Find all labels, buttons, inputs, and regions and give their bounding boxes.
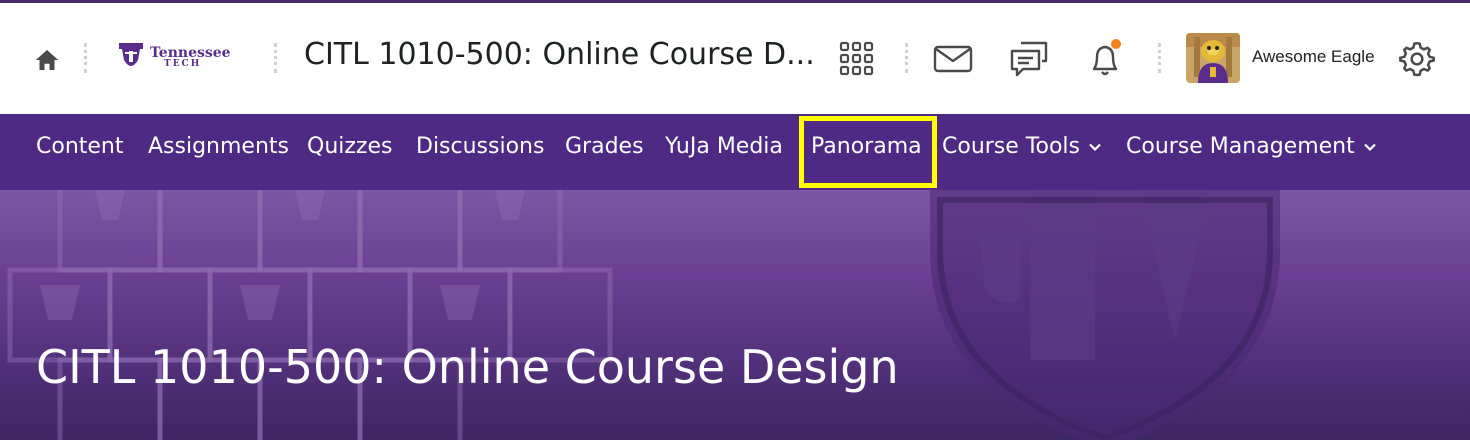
home-icon[interactable] (30, 45, 64, 75)
avatar[interactable] (1186, 33, 1240, 83)
nav-item-label: YuJa Media (665, 134, 783, 159)
nav-item-course-tools[interactable]: Course Tools (942, 134, 1102, 159)
nav-item-grades[interactable]: Grades (565, 134, 644, 159)
nav-item-label: Course Tools (942, 134, 1080, 159)
header-bar: Tennessee TECH CITL 1010-500: Online Cou… (0, 3, 1470, 114)
logo-text-line1: Tennessee (150, 44, 231, 61)
nav-item-label: Panorama (811, 134, 922, 159)
divider (84, 43, 87, 73)
logo-text-line2: TECH (164, 58, 202, 69)
notification-dot (1111, 39, 1121, 49)
divider (905, 43, 908, 73)
nav-item-assignments[interactable]: Assignments (148, 134, 289, 159)
divider (1158, 43, 1161, 73)
user-name[interactable]: Awesome Eagle (1252, 47, 1375, 67)
divider (274, 43, 277, 73)
nav-item-quizzes[interactable]: Quizzes (307, 134, 392, 159)
nav-item-label: Grades (565, 134, 644, 159)
nav-item-panorama[interactable]: Panorama (811, 134, 922, 159)
nav-item-label: Assignments (148, 134, 289, 159)
nav-item-discussions[interactable]: Discussions (416, 134, 544, 159)
nav-item-label: Quizzes (307, 134, 393, 159)
chevron-down-icon (1089, 143, 1101, 151)
bell-icon[interactable] (1084, 39, 1126, 79)
tennessee-tech-logo[interactable]: Tennessee TECH (118, 39, 248, 75)
nav-item-course-management[interactable]: Course Management (1126, 134, 1377, 159)
course-title[interactable]: CITL 1010-500: Online Course D... (304, 37, 815, 72)
course-navbar: Content Assignments Quizzes Discussions … (0, 114, 1470, 190)
nav-item-yuja-media[interactable]: YuJa Media (665, 134, 783, 159)
tt-shield-icon (119, 43, 143, 66)
nav-item-label: Content (36, 134, 124, 159)
apps-grid-icon[interactable] (836, 39, 878, 79)
mail-icon[interactable] (932, 39, 974, 79)
banner-course-title: CITL 1010-500: Online Course Design (36, 340, 899, 394)
chevron-down-icon (1363, 143, 1376, 151)
chat-icon[interactable] (1008, 39, 1050, 79)
nav-item-label: Course Management (1126, 134, 1355, 159)
nav-item-label: Discussions (416, 134, 545, 159)
gear-icon[interactable] (1396, 39, 1438, 79)
course-banner: CITL 1010-500: Online Course Design (0, 190, 1470, 440)
banner-pattern (7, 190, 1280, 440)
nav-item-content[interactable]: Content (36, 134, 124, 159)
